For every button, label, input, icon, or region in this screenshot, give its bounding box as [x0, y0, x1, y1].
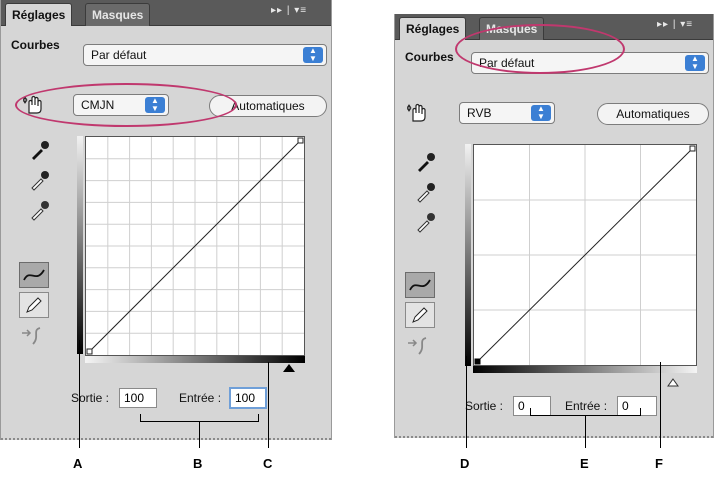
preset-label: Courbes [11, 38, 60, 52]
curves-panel-cmyk: Réglages Masques ▸▸ | ▾≡ Courbes Par déf… [0, 0, 332, 440]
eyedropper-white-icon[interactable] [413, 210, 439, 234]
panel-bottom-edge [1, 438, 331, 440]
eyedropper-gray-icon[interactable] [413, 180, 439, 204]
callout-b: B [193, 456, 203, 471]
callout-f: F [655, 456, 663, 471]
eyedropper-gray-icon[interactable] [27, 168, 53, 192]
callout-bracket-e [640, 408, 641, 416]
pencil-icon[interactable] [19, 292, 49, 318]
tab-reglages[interactable]: Réglages [5, 3, 73, 26]
smooth-curve-icon[interactable] [405, 334, 431, 358]
preset-value: Par défaut [91, 48, 147, 62]
callout-line-c [268, 362, 269, 448]
chevron-updown-icon: ▲ ▼ [303, 47, 323, 63]
channel-value: RVB [467, 106, 492, 120]
callout-line-a [79, 340, 80, 448]
curve-graph[interactable] [85, 136, 305, 356]
channel-select[interactable]: RVB ▲ ▼ [459, 102, 555, 124]
output-input[interactable] [513, 396, 551, 416]
chevron-updown-icon: ▲ ▼ [685, 55, 705, 71]
curve-grid [474, 145, 696, 365]
preset-label: Courbes [405, 50, 454, 64]
panel-bottom-edge [395, 436, 713, 438]
callout-line-f [660, 362, 661, 448]
curve-grid [86, 137, 304, 355]
hand-adjust-icon[interactable] [405, 100, 431, 124]
curve-point-icon[interactable] [405, 272, 435, 298]
callout-bracket-b [258, 414, 259, 422]
output-label: Sortie : [465, 399, 504, 413]
panel-menu-icons[interactable]: ▸▸ | ▾≡ [271, 5, 307, 16]
callout-line-d [466, 356, 467, 448]
input-label: Entrée : [179, 391, 222, 405]
panel-menu-icons[interactable]: ▸▸ | ▾≡ [657, 19, 693, 30]
input-gradient-bar [473, 366, 697, 373]
input-gradient-bar [85, 356, 305, 363]
highlight-ellipse [455, 24, 625, 74]
highlight-ellipse [15, 83, 237, 127]
auto-button[interactable]: Automatiques [597, 103, 709, 125]
input-input[interactable] [229, 387, 267, 409]
preset-select[interactable]: Par défaut ▲ ▼ [83, 44, 327, 66]
output-label: Sortie : [71, 391, 110, 405]
curves-panel-rgb: Réglages Masques ▸▸ | ▾≡ Courbes Par déf… [394, 14, 714, 438]
white-point-slider-icon[interactable] [667, 374, 679, 387]
panel-tab-bar: Réglages Masques ▸▸ | ▾≡ [1, 0, 331, 26]
pencil-icon[interactable] [405, 302, 435, 328]
output-input[interactable] [119, 388, 157, 408]
callout-a: A [73, 456, 83, 471]
input-input[interactable] [617, 396, 657, 416]
callout-line-b [199, 421, 200, 448]
output-gradient-bar [77, 136, 83, 354]
eyedropper-black-icon[interactable] [413, 150, 439, 174]
tab-reglages[interactable]: Réglages [399, 17, 467, 40]
callout-e: E [580, 456, 589, 471]
chevron-updown-icon: ▲ ▼ [531, 105, 551, 121]
curve-point-icon[interactable] [19, 262, 49, 288]
output-gradient-bar [465, 144, 471, 366]
curve-graph[interactable] [473, 144, 697, 366]
callout-line-e [585, 415, 586, 448]
eyedropper-black-icon[interactable] [27, 138, 53, 162]
callout-d: D [460, 456, 470, 471]
eyedropper-white-icon[interactable] [27, 198, 53, 222]
smooth-curve-icon[interactable] [19, 324, 45, 348]
callout-c: C [263, 456, 273, 471]
tab-masques[interactable]: Masques [85, 3, 151, 26]
input-label: Entrée : [565, 399, 608, 413]
black-point-slider-icon[interactable] [283, 364, 295, 372]
